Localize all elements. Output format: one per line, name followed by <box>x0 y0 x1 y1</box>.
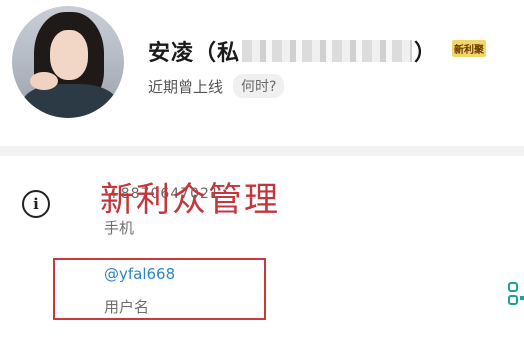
avatar[interactable] <box>12 6 124 118</box>
last-seen-status: 近期曾上线 <box>148 77 224 96</box>
username-value[interactable]: @yfal668 <box>104 265 175 283</box>
profile-name-suffix: ） <box>414 41 437 66</box>
profile-name-prefix: 安凌（私 <box>148 41 241 66</box>
username-label: 用户名 <box>104 298 150 316</box>
avatar-face <box>50 30 88 80</box>
profile-header: 安凌（私 ） 新利聚 近期曾上线 何时? <box>0 0 524 140</box>
last-seen-when-button[interactable]: 何时? <box>233 74 285 98</box>
redacted-name-part <box>242 40 413 62</box>
avatar-hand <box>30 72 58 90</box>
info-icon: i <box>22 190 50 218</box>
qr-code-icon[interactable] <box>508 282 524 306</box>
watermark-text: 新利众管理 <box>100 180 280 220</box>
phone-label: 手机 <box>104 219 135 237</box>
profile-page: 安凌（私 ） 新利聚 近期曾上线 何时? i +8870647021 新利众管理… <box>0 0 524 339</box>
status-row: 近期曾上线 何时? <box>148 74 285 98</box>
avatar-body <box>22 84 118 118</box>
name-badge: 新利聚 <box>452 40 486 57</box>
section-divider <box>0 146 524 156</box>
profile-name: 安凌（私 ） <box>148 36 436 66</box>
